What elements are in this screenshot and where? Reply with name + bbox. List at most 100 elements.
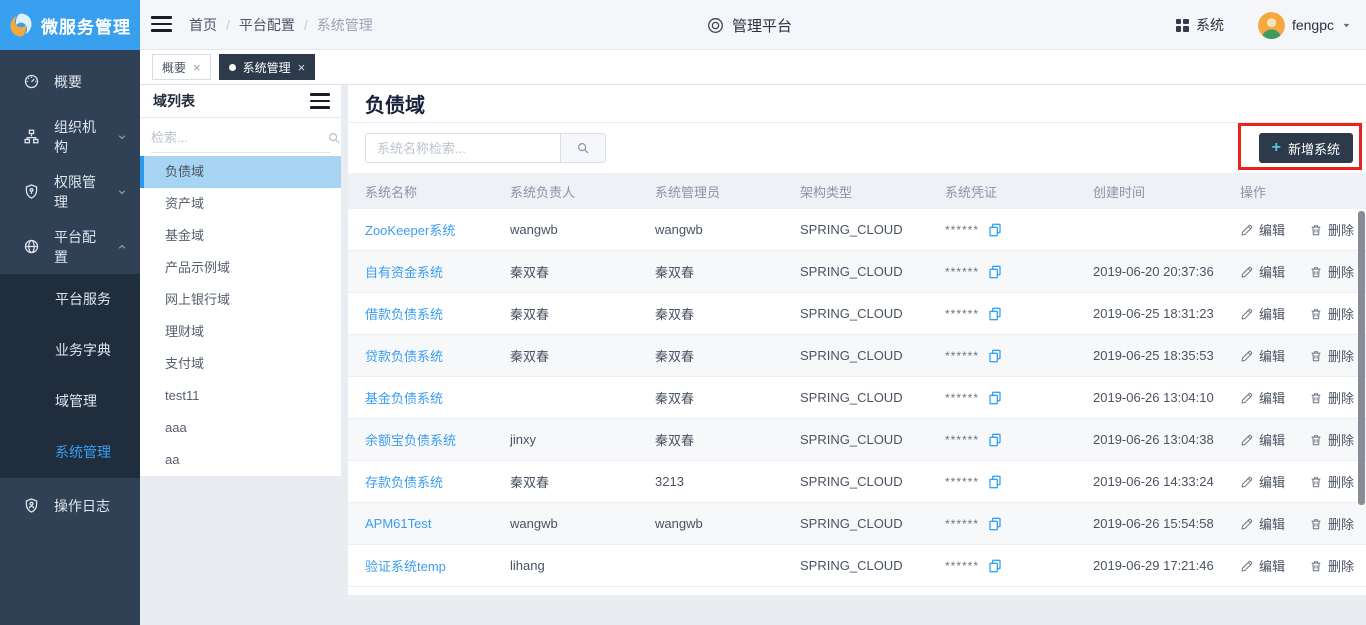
edit-button[interactable]: 编辑 xyxy=(1240,304,1285,323)
domain-list-item[interactable]: 负债域 xyxy=(140,156,341,188)
delete-button[interactable]: 删除 xyxy=(1309,556,1354,575)
domain-list-item[interactable]: aa xyxy=(140,444,341,476)
table-header: 系统名称系统负责人系统管理员架构类型系统凭证创建时间操作 xyxy=(348,173,1366,209)
edit-button[interactable]: 编辑 xyxy=(1240,346,1285,365)
copy-icon[interactable] xyxy=(987,432,1003,448)
cell-system-name: 基金负债系统 xyxy=(365,388,510,407)
sidebar-item-operation-log[interactable]: 操作日志 xyxy=(0,478,140,533)
cell-admin: 3213 xyxy=(655,474,800,489)
sidebar-subitem-domain-mgmt[interactable]: 域管理 xyxy=(0,376,140,427)
domain-search-input[interactable] xyxy=(151,130,327,145)
tab-active-dot xyxy=(229,64,236,71)
user-menu[interactable]: fengpc xyxy=(1258,12,1352,39)
tab-system-mgmt[interactable]: 系统管理× xyxy=(219,54,316,80)
system-menu[interactable]: 系统 xyxy=(1176,15,1224,35)
delete-button[interactable]: 删除 xyxy=(1309,220,1354,239)
breadcrumb-item[interactable]: 平台配置 xyxy=(239,15,295,35)
system-name-link[interactable]: 贷款负债系统 xyxy=(365,349,443,364)
copy-icon[interactable] xyxy=(987,558,1003,574)
menu-collapse-icon[interactable] xyxy=(151,16,172,32)
copy-icon[interactable] xyxy=(987,348,1003,364)
system-name-link[interactable]: 自有资金系统 xyxy=(365,265,443,280)
edit-button[interactable]: 编辑 xyxy=(1240,220,1285,239)
search-button[interactable] xyxy=(561,133,606,163)
sidebar-item-overview[interactable]: 概要 xyxy=(0,54,140,109)
sidebar-subitem-system-mgmt[interactable]: 系统管理 xyxy=(0,427,140,478)
copy-icon[interactable] xyxy=(987,390,1003,406)
delete-button[interactable]: 删除 xyxy=(1309,304,1354,323)
delete-button[interactable]: 删除 xyxy=(1309,388,1354,407)
cell-actions: 编辑 删除 xyxy=(1240,220,1366,239)
domain-panel-header: 域列表 xyxy=(140,85,341,118)
system-name-link[interactable]: 验证系统temp xyxy=(365,559,446,574)
copy-icon[interactable] xyxy=(987,306,1003,322)
delete-label: 删除 xyxy=(1328,556,1354,575)
sidebar-item-platform-config[interactable]: 平台配置 xyxy=(0,219,140,274)
domain-panel: 域列表 负债域资产域基金域产品示例域网上银行域理财域支付域test11aaaaa xyxy=(140,85,341,476)
edit-button[interactable]: 编辑 xyxy=(1240,262,1285,281)
delete-button[interactable]: 删除 xyxy=(1309,430,1354,449)
cell-owner: jinxy xyxy=(510,432,655,447)
credential-mask: ****** xyxy=(945,391,979,405)
tab-close-icon[interactable]: × xyxy=(193,61,201,74)
cell-created-time: 2019-06-29 17:21:46 xyxy=(1093,558,1240,573)
tab-overview[interactable]: 概要× xyxy=(152,54,211,80)
sidebar-item-label: 权限管理 xyxy=(54,172,102,212)
sidebar-item-organization[interactable]: 组织机构 xyxy=(0,109,140,164)
column-header: 系统负责人 xyxy=(510,182,655,201)
delete-button[interactable]: 删除 xyxy=(1309,346,1354,365)
edit-label: 编辑 xyxy=(1259,220,1285,239)
edit-button[interactable]: 编辑 xyxy=(1240,556,1285,575)
search-icon[interactable] xyxy=(327,131,341,145)
delete-button[interactable]: 删除 xyxy=(1309,514,1354,533)
edit-button[interactable]: 编辑 xyxy=(1240,430,1285,449)
domain-panel-menu-icon[interactable] xyxy=(310,93,330,109)
system-name-link[interactable]: 存款负债系统 xyxy=(365,475,443,490)
topbar-right: 系统 fengpc xyxy=(1176,0,1352,50)
delete-label: 删除 xyxy=(1328,514,1354,533)
domain-list-item[interactable]: aaa xyxy=(140,412,341,444)
sidebar-subitem-business-dict[interactable]: 业务字典 xyxy=(0,325,140,376)
tab-close-icon[interactable]: × xyxy=(298,61,306,74)
copy-icon[interactable] xyxy=(987,516,1003,532)
copy-icon[interactable] xyxy=(987,264,1003,280)
cell-credential: ****** xyxy=(945,516,1093,532)
table-row: 存款负债系统秦双春3213SPRING_CLOUD******2019-06-2… xyxy=(348,461,1366,503)
delete-label: 删除 xyxy=(1328,220,1354,239)
edit-label: 编辑 xyxy=(1259,556,1285,575)
trash-icon xyxy=(1309,433,1323,447)
sidebar-item-permission[interactable]: 权限管理 xyxy=(0,164,140,219)
domain-list-item[interactable]: 资产域 xyxy=(140,188,341,220)
edit-icon xyxy=(1240,559,1254,573)
cell-owner: 秦双春 xyxy=(510,262,655,281)
system-name-link[interactable]: ZooKeeper系统 xyxy=(365,223,455,238)
delete-button[interactable]: 删除 xyxy=(1309,262,1354,281)
delete-button[interactable]: 删除 xyxy=(1309,472,1354,491)
delete-label: 删除 xyxy=(1328,472,1354,491)
sidebar-subitem-platform-service[interactable]: 平台服务 xyxy=(0,274,140,325)
system-name-link[interactable]: APM61Test xyxy=(365,516,431,531)
system-search-input[interactable] xyxy=(365,133,561,163)
system-name-link[interactable]: 借款负债系统 xyxy=(365,307,443,322)
add-system-button[interactable]: + 新增系统 xyxy=(1259,133,1353,163)
domain-list-item[interactable]: 产品示例域 xyxy=(140,252,341,284)
cell-credential: ****** xyxy=(945,222,1093,238)
scrollbar-thumb[interactable] xyxy=(1358,211,1365,505)
edit-button[interactable]: 编辑 xyxy=(1240,472,1285,491)
domain-list-item[interactable]: 理财域 xyxy=(140,316,341,348)
domain-list-item[interactable]: 基金域 xyxy=(140,220,341,252)
topbar: 微服务管理 首页/平台配置/系统管理 管理平台 系统 fengpc xyxy=(0,0,1366,50)
copy-icon[interactable] xyxy=(987,474,1003,490)
credential-mask: ****** xyxy=(945,307,979,321)
domain-list-item[interactable]: 支付域 xyxy=(140,348,341,380)
system-name-link[interactable]: 余额宝负债系统 xyxy=(365,433,456,448)
domain-list-item[interactable]: test11 xyxy=(140,380,341,412)
system-name-link[interactable]: 基金负债系统 xyxy=(365,391,443,406)
edit-button[interactable]: 编辑 xyxy=(1240,514,1285,533)
credential-mask: ****** xyxy=(945,265,979,279)
copy-icon[interactable] xyxy=(987,222,1003,238)
domain-list-item[interactable]: 网上银行域 xyxy=(140,284,341,316)
edit-button[interactable]: 编辑 xyxy=(1240,388,1285,407)
breadcrumb-item[interactable]: 首页 xyxy=(189,15,217,35)
table-body: ZooKeeper系统wangwbwangwbSPRING_CLOUD*****… xyxy=(348,209,1366,587)
